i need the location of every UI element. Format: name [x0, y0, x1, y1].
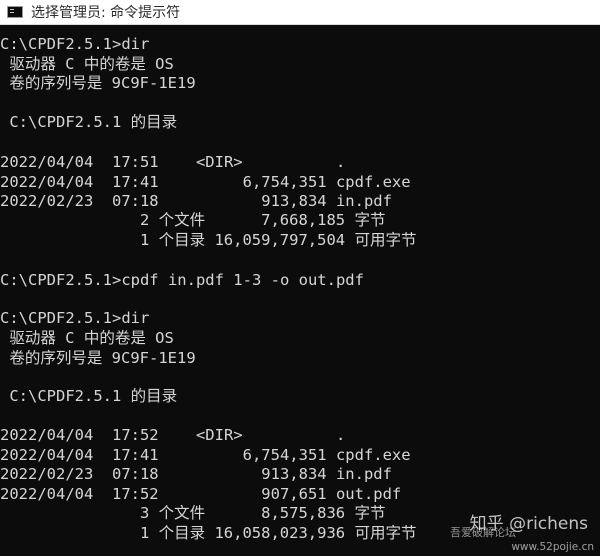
- console-line: 卷的序列号是 9C9F-1E19: [0, 349, 196, 367]
- console-line: 2 个文件 7,668,185 字节: [0, 211, 386, 229]
- console-line: 卷的序列号是 9C9F-1E19: [0, 74, 196, 92]
- console-line: 2022/02/23 07:18 913,834 in.pdf: [0, 192, 392, 210]
- console-output[interactable]: C:\CPDF2.5.1>dir 驱动器 C 中的卷是 OS 卷的序列号是 9C…: [0, 34, 600, 556]
- console-line: 2022/04/04 17:41 6,754,351 cpdf.exe: [0, 446, 411, 464]
- console-line: C:\CPDF2.5.1>cpdf in.pdf 1-3 -o out.pdf: [0, 271, 364, 289]
- console-line: 驱动器 C 中的卷是 OS: [0, 55, 174, 73]
- console-line: 驱动器 C 中的卷是 OS: [0, 329, 174, 347]
- console-line: 3 个文件 8,575,836 字节: [0, 504, 386, 522]
- console-line: 1 个目录 16,059,797,504 可用字节: [0, 231, 417, 249]
- console-line: C:\CPDF2.5.1 的目录: [0, 387, 178, 405]
- title-bar[interactable]: 选择管理员: 命令提示符: [0, 0, 600, 25]
- console-app-icon: [7, 6, 23, 18]
- console-line: 2022/02/23 07:18 913,834 in.pdf: [0, 465, 392, 483]
- window-title: 选择管理员: 命令提示符: [31, 5, 181, 21]
- console-line: C:\CPDF2.5.1 的目录: [0, 113, 178, 131]
- console-line: 2022/04/04 17:41 6,754,351 cpdf.exe: [0, 173, 411, 191]
- console-line: 2022/04/04 17:51 <DIR> .: [0, 153, 346, 171]
- console-line: C:\CPDF2.5.1>dir: [0, 35, 150, 53]
- console-line: 2022/04/04 17:52 <DIR> .: [0, 426, 346, 444]
- console-line: C:\CPDF2.5.1>dir: [0, 309, 150, 327]
- console-line: 2022/04/04 17:52 907,651 out.pdf: [0, 485, 402, 503]
- console-line: 1 个目录 16,058,023,936 可用字节: [0, 524, 417, 542]
